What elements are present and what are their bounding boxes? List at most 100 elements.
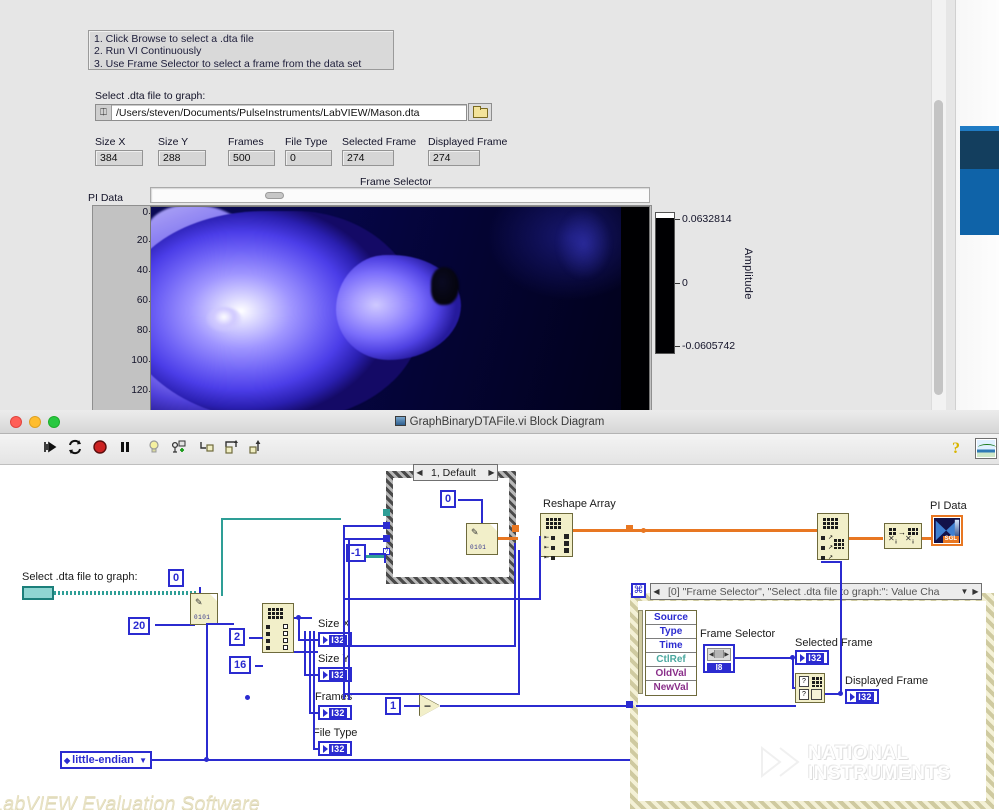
endian-value[interactable]: little-endian: [72, 754, 136, 766]
terminal-selected-frame[interactable]: I32: [795, 650, 829, 665]
run-icon[interactable]: [42, 439, 58, 455]
numeric-size-y-value[interactable]: 288: [158, 150, 206, 166]
unflatten-cluster-node[interactable]: [262, 603, 294, 653]
terminal-displayed-frame[interactable]: I32: [845, 689, 879, 704]
wire-disp-up: [840, 561, 842, 693]
abort-icon[interactable]: [92, 439, 108, 455]
reshape-array-node[interactable]: ⇤ ⇤ ⇤: [540, 513, 573, 561]
in-range-coerce-node[interactable]: ? ?: [795, 673, 825, 703]
chevron-down-icon[interactable]: ▼: [136, 756, 150, 765]
array-transform-node[interactable]: → ✕ii ✕ii: [884, 523, 922, 549]
wire-frames-v: [309, 631, 311, 713]
terminal-file-type[interactable]: I32: [318, 741, 352, 756]
step-over-icon[interactable]: [224, 439, 240, 455]
numeric-selected-frame-value[interactable]: 274: [342, 150, 394, 166]
ring-left-arrow-icon[interactable]: ◆: [62, 756, 72, 765]
junction-a: [296, 615, 301, 620]
context-help-icon[interactable]: ?: [952, 440, 960, 458]
amplitude-colorbar[interactable]: [655, 212, 675, 354]
evaluation-watermark: LabVIEW Evaluation Software: [0, 793, 260, 810]
wire-teal-v: [221, 518, 223, 596]
path-value[interactable]: /Users/steven/Documents/PulseInstruments…: [112, 107, 419, 119]
event-structure-icon[interactable]: ⌘: [631, 583, 646, 598]
ni-logo-icon[interactable]: [975, 438, 997, 459]
front-panel-window: 1. Click Browse to select a .dta file 2.…: [0, 0, 955, 412]
read-binary-file-node[interactable]: ✎ 0101: [190, 593, 218, 625]
const-20[interactable]: 20: [128, 617, 151, 635]
pause-icon[interactable]: [117, 439, 133, 455]
event-prev-icon[interactable]: ◀: [651, 587, 662, 596]
numeric-size-x-value[interactable]: 384: [95, 150, 143, 166]
const-zero-case[interactable]: 0: [440, 490, 457, 508]
y-tick-40: 40: [136, 265, 155, 276]
terminal-frames-type: I32: [329, 707, 347, 718]
step-out-icon[interactable]: [249, 439, 265, 455]
numeric-displayed-frame-label: Displayed Frame: [428, 136, 508, 148]
frame-selector-thumb[interactable]: [265, 192, 284, 199]
numeric-file-type-value[interactable]: 0: [285, 150, 332, 166]
frame-selector-terminal[interactable]: ◀ ▶ I8: [703, 644, 735, 673]
wire-sizex-v: [298, 617, 300, 639]
event-data-source: Source: [646, 611, 696, 625]
event-data-node[interactable]: Source Type Time CtlRef OldVal NewVal: [645, 610, 697, 696]
block-diagram-canvas[interactable]: Select .dta file to graph: 0 20 ✎ 0101 2…: [0, 464, 999, 810]
event-next2-icon[interactable]: ▶: [970, 587, 981, 596]
const-one[interactable]: 1: [385, 697, 402, 715]
case-prev-icon[interactable]: ◀: [414, 468, 425, 477]
wire-subtract-out: [440, 705, 630, 707]
numeric-displayed-frame: Displayed Frame 274: [428, 136, 507, 166]
path-control-terminal[interactable]: [22, 586, 54, 600]
event-tunnel-orange-in[interactable]: [626, 525, 633, 532]
event-tunnel-blue-in[interactable]: [626, 701, 633, 708]
const-16[interactable]: 16: [229, 656, 252, 674]
endian-ring-control[interactable]: ◆ little-endian ▼: [60, 751, 152, 769]
case-selector-label[interactable]: 1, Default: [425, 467, 486, 479]
wire-sizex-in: [298, 639, 318, 641]
path-glyph-icon: ⎅: [96, 105, 112, 120]
instruction-line-1: 1. Click Browse to select a .dta file: [94, 33, 254, 45]
thermal-image-plot[interactable]: [150, 206, 650, 412]
pi-data-indicator[interactable]: SGL: [931, 515, 963, 546]
frame-selector-slider[interactable]: [150, 187, 650, 203]
event-data-node-rail: [638, 610, 643, 694]
numeric-frames: Frames 500: [228, 136, 275, 166]
event-selector-label[interactable]: [0] "Frame Selector", "Select .dta file …: [662, 586, 959, 598]
numeric-displayed-frame-value[interactable]: 274: [428, 150, 480, 166]
colorbar-mid-label: 0: [675, 277, 688, 289]
block-diagram-titlebar[interactable]: GraphBinaryDTAFile.vi Block Diagram: [0, 410, 999, 434]
bd-label-displayed-frame: Displayed Frame: [845, 675, 929, 687]
read-binary-node-case[interactable]: ✎ 0101: [466, 523, 498, 555]
vi-diagram-icon: [394, 415, 406, 426]
run-continuously-icon[interactable]: [67, 439, 83, 455]
bd-label-selected-frame: Selected Frame: [795, 637, 873, 649]
wire-20: [155, 624, 195, 626]
wire-case-out: [498, 537, 518, 540]
retain-wire-values-icon[interactable]: [171, 439, 187, 455]
case-tunnel-out[interactable]: [512, 525, 519, 532]
event-next-icon[interactable]: ▼: [959, 587, 970, 596]
wire-index-out: [849, 537, 883, 540]
const-2[interactable]: 2: [229, 628, 246, 646]
numeric-frames-value[interactable]: 500: [228, 150, 275, 166]
case-selector[interactable]: ◀ 1, Default ▶: [413, 464, 498, 481]
terminal-frames[interactable]: I32: [318, 705, 352, 720]
terminal-size-x[interactable]: I32: [318, 632, 352, 647]
pi-data-graph-label: PI Data: [88, 192, 124, 204]
index-array-node[interactable]: ↗ ↗ ↗: [817, 513, 849, 561]
case-tunnel-teal[interactable]: [383, 509, 390, 516]
event-data-ctlref: CtlRef: [646, 653, 696, 667]
browse-button[interactable]: [468, 103, 492, 121]
bd-label-reshape-array: Reshape Array: [543, 498, 616, 510]
highlight-execution-icon[interactable]: [146, 439, 162, 455]
event-case-selector[interactable]: ◀ [0] "Frame Selector", "Select .dta fil…: [650, 583, 982, 600]
path-control[interactable]: ⎅ /Users/steven/Documents/PulseInstrumen…: [95, 104, 467, 121]
y-tick-0: 0: [142, 207, 154, 218]
case-next-icon[interactable]: ▶: [486, 468, 497, 477]
wire-event-orange: [636, 529, 818, 532]
step-into-icon[interactable]: [199, 439, 215, 455]
front-panel-scrollbar-thumb[interactable]: [934, 100, 943, 395]
wire-event-blue-in: [636, 705, 796, 707]
const-zero-top[interactable]: 0: [168, 569, 185, 587]
terminal-size-y[interactable]: I32: [318, 667, 352, 682]
numeric-size-y-label: Size Y: [158, 136, 189, 148]
